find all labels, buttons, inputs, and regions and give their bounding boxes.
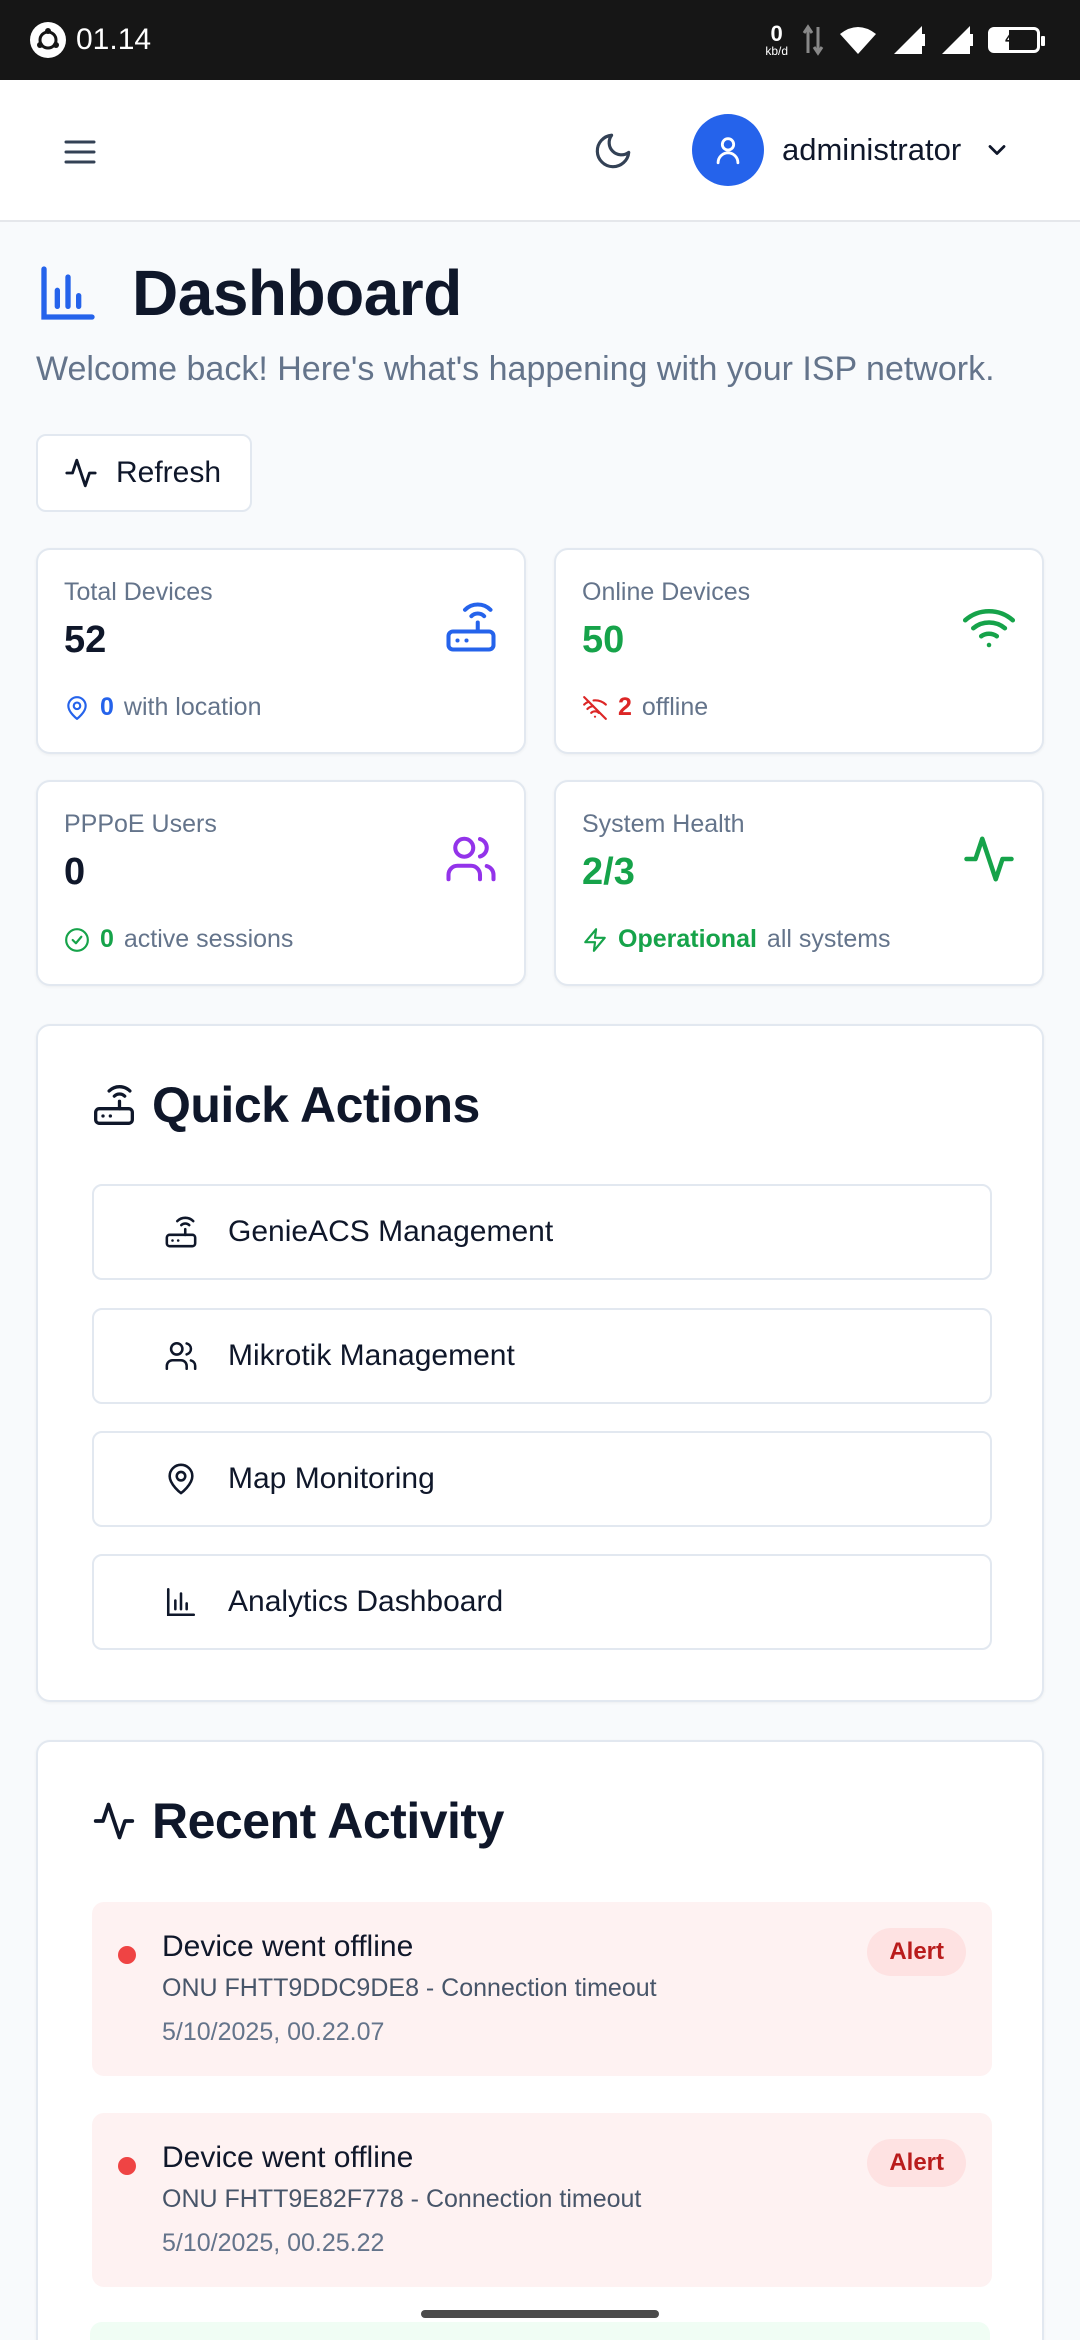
stat-sub-number: 2	[618, 693, 632, 721]
activity-item[interactable]: Device went offline ONU FHTT9DDC9DE8 - C…	[92, 1902, 992, 2076]
signal-icon-2	[942, 26, 973, 54]
activity-icon	[93, 1802, 135, 1840]
quick-actions-card: Quick Actions GenieACS Management Mikrot…	[36, 1024, 1044, 1702]
activity-description: ONU FHTT9DDC9DE8 - Connection timeout	[162, 1974, 657, 2002]
page-heading: Dashboard	[36, 256, 462, 330]
quick-action-label: Mikrotik Management	[228, 1339, 515, 1372]
stat-sub: 0 active sessions	[64, 925, 293, 954]
alert-dot	[118, 1946, 136, 1964]
data-arrows-icon	[802, 24, 824, 56]
activity-time: 5/10/2025, 00.22.07	[162, 2018, 385, 2046]
signal-icon-1	[894, 26, 925, 54]
stat-sub-number: 0	[100, 693, 114, 721]
stat-sub: Operational all systems	[582, 925, 891, 954]
stat-sub: 2 offline	[582, 693, 708, 722]
stat-value: 52	[64, 619, 107, 661]
map-pin-icon	[168, 1463, 194, 1495]
stat-sub: 0 with location	[64, 693, 261, 722]
quick-actions-header: Quick Actions	[92, 1076, 480, 1134]
user-icon	[716, 137, 740, 165]
activity-icon	[65, 458, 97, 488]
mikrotik-management-button[interactable]: Mikrotik Management	[92, 1308, 992, 1404]
activity-time: 5/10/2025, 00.25.22	[162, 2229, 385, 2257]
check-circle-icon	[65, 927, 89, 952]
stat-label: Total Devices	[64, 578, 213, 606]
wifi-icon	[962, 609, 1016, 648]
stat-label: System Health	[582, 810, 745, 838]
router-icon	[94, 1085, 134, 1125]
map-pin-icon	[67, 695, 87, 720]
chevron-down-icon	[988, 145, 1006, 155]
bar-chart-icon	[41, 266, 95, 320]
recent-activity-header: Recent Activity	[92, 1792, 504, 1850]
avatar	[692, 114, 764, 186]
status-left: 01.14	[30, 22, 151, 58]
menu-button[interactable]	[60, 132, 100, 172]
stat-card-total-devices: Total Devices 52 0 with location	[36, 548, 526, 754]
stat-sub-text: all systems	[766, 925, 891, 953]
users-icon	[165, 1341, 197, 1371]
bar-chart-icon	[166, 1587, 196, 1617]
users-icon	[446, 836, 496, 882]
router-icon	[446, 602, 496, 652]
battery-icon: 40	[988, 27, 1045, 53]
ubuntu-icon	[30, 22, 66, 58]
stat-sub-text: active sessions	[123, 925, 294, 953]
analytics-dashboard-button[interactable]: Analytics Dashboard	[92, 1554, 992, 1650]
stat-sub-text: with location	[123, 693, 262, 721]
quick-action-label: Analytics Dashboard	[228, 1585, 504, 1618]
stat-card-system-health: System Health 2/3 Operational all system…	[554, 780, 1044, 986]
activity-item-partial	[90, 2322, 990, 2340]
zap-icon	[584, 927, 606, 952]
stat-sub-number: 0	[100, 925, 114, 953]
activity-title: Device went offline	[162, 1930, 414, 1963]
router-icon	[165, 1216, 197, 1248]
moon-icon	[595, 133, 631, 169]
stat-value: 2/3	[582, 851, 635, 893]
page-subtitle: Welcome back! Here's what's happening wi…	[36, 350, 995, 388]
stat-label: PPPoE Users	[64, 810, 217, 838]
battery-level: 40	[1005, 31, 1023, 48]
refresh-button[interactable]: Refresh	[36, 434, 252, 512]
net-speed: 0 kb/d	[765, 21, 788, 58]
wifi-off-icon	[583, 695, 607, 720]
status-bar: 01.14 0 kb/d 40	[0, 0, 1080, 80]
status-right: 0 kb/d 40	[765, 21, 1045, 58]
quick-actions-title: Quick Actions	[152, 1077, 480, 1133]
quick-action-label: Map Monitoring	[228, 1462, 435, 1495]
stat-value: 0	[64, 851, 86, 893]
alert-badge: Alert	[867, 2139, 966, 2187]
stat-card-online-devices: Online Devices 50 2 offline	[554, 548, 1044, 754]
activity-title: Device went offline	[162, 2141, 414, 2174]
username: administrator	[782, 132, 962, 167]
status-time: 01.14	[76, 23, 152, 56]
activity-description: ONU FHTT9E82F778 - Connection timeout	[162, 2185, 642, 2213]
stat-card-pppoe-users: PPPoE Users 0 0 active sessions	[36, 780, 526, 986]
wifi-status-icon	[840, 27, 876, 54]
app-header: administrator	[0, 80, 1080, 222]
theme-toggle-button[interactable]	[592, 130, 634, 172]
stat-label: Online Devices	[582, 578, 751, 606]
alert-dot	[118, 2157, 136, 2175]
recent-activity-title: Recent Activity	[152, 1793, 504, 1849]
stat-value: 50	[582, 619, 625, 661]
home-indicator[interactable]	[421, 2310, 659, 2318]
stat-sub-number: Operational	[618, 925, 757, 953]
map-monitoring-button[interactable]: Map Monitoring	[92, 1431, 992, 1527]
activity-icon	[964, 836, 1014, 882]
recent-activity-card: Recent Activity Device went offline ONU …	[36, 1740, 1044, 2340]
alert-badge: Alert	[867, 1928, 966, 1976]
activity-item[interactable]: Device went offline ONU FHTT9E82F778 - C…	[92, 2113, 992, 2287]
hamburger-icon	[64, 140, 96, 164]
genieacs-management-button[interactable]: GenieACS Management	[92, 1184, 992, 1280]
quick-action-label: GenieACS Management	[228, 1215, 554, 1248]
page-title: Dashboard	[132, 257, 462, 329]
user-menu[interactable]: administrator	[692, 114, 1011, 186]
refresh-label: Refresh	[116, 456, 222, 489]
stat-sub-text: offline	[641, 693, 709, 721]
